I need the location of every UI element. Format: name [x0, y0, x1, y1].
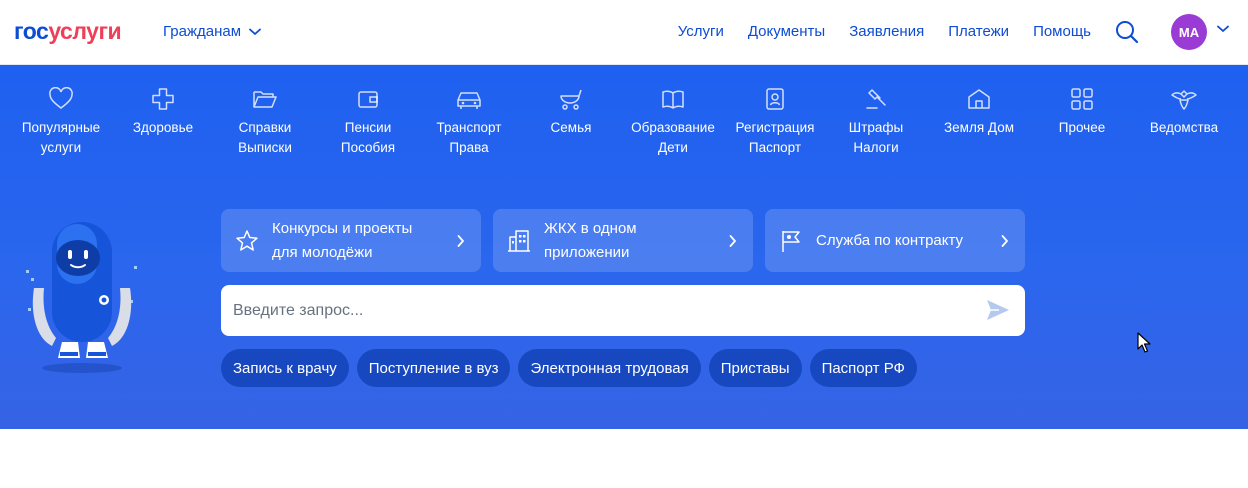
quick-link-line1: ЖКХ в одном: [544, 219, 637, 237]
wallet-icon: [358, 91, 378, 108]
category-pensions[interactable]: Пенсии Пособия: [313, 85, 423, 158]
category-sublabel: Выписки: [238, 140, 292, 155]
quick-link-line2: приложении: [544, 243, 630, 261]
logo-part-1: гос: [14, 18, 49, 44]
category-health[interactable]: Здоровье: [108, 85, 218, 138]
chevron-right-icon: [729, 234, 736, 247]
category-label: Справки: [238, 120, 292, 135]
search-box: [221, 285, 1025, 336]
category-label: Пенсии: [344, 120, 392, 135]
search-icon[interactable]: [1114, 19, 1140, 45]
category-label: Популярные: [21, 120, 101, 135]
category-popular[interactable]: Популярные услуги: [6, 85, 116, 158]
house-icon: [968, 89, 990, 109]
main-nav: Услуги Документы Заявления Платежи Помощ…: [678, 23, 1091, 40]
chip-passport-rf[interactable]: Паспорт РФ: [809, 349, 917, 387]
chevron-down-icon: [249, 28, 261, 35]
nav-uslugi[interactable]: Услуги: [678, 23, 724, 40]
popular-queries: Запись к врачу Поступление в вуз Электро…: [221, 349, 917, 387]
category-sublabel: Налоги: [853, 140, 899, 155]
category-label: Штрафы: [848, 120, 904, 135]
category-education[interactable]: Образование Дети: [618, 85, 728, 158]
category-sublabel: Паспорт: [748, 140, 802, 155]
category-agencies[interactable]: Ведомства: [1129, 85, 1239, 138]
category-sublabel: услуги: [40, 140, 82, 155]
book-icon: [662, 90, 684, 109]
chevron-down-icon[interactable]: [1217, 25, 1229, 33]
building-icon: [508, 229, 530, 252]
category-sublabel: Права: [449, 140, 489, 155]
chevron-right-icon: [457, 234, 464, 247]
category-transport[interactable]: Транспорт Права: [414, 85, 524, 158]
gavel-icon: [866, 89, 886, 109]
category-sublabel: Пособия: [340, 140, 396, 155]
quick-link-line2: для молодёжи: [272, 243, 373, 261]
robot-mascot-image: [26, 222, 137, 373]
quick-link-zhkh-app[interactable]: ЖКХ в одном приложении: [493, 209, 753, 272]
audience-label: Гражданам: [163, 23, 242, 40]
category-label: Регистрация: [735, 120, 815, 135]
quick-link-youth-contests[interactable]: Конкурсы и проекты для молодёжи: [221, 209, 481, 272]
category-label: Прочее: [1058, 120, 1106, 135]
grid-icon: [1071, 88, 1093, 110]
hero-banner: Популярные услуги Здоровье Справки Выпис…: [0, 65, 1248, 429]
user-avatar[interactable]: МА: [1171, 14, 1207, 50]
nav-dokumenty[interactable]: Документы: [748, 23, 825, 40]
flag-icon: [782, 230, 800, 252]
quick-link-line1: Служба по контракту: [816, 231, 964, 249]
nav-zayavleniya[interactable]: Заявления: [849, 23, 924, 40]
emblem-icon: [1171, 90, 1197, 110]
star-icon: [236, 229, 258, 251]
heart-icon: [49, 87, 73, 109]
mouse-cursor-icon: [1137, 332, 1151, 353]
id-card-icon: [766, 88, 784, 110]
category-family[interactable]: Семья: [516, 85, 626, 138]
chip-electronic-workbook[interactable]: Электронная трудовая: [518, 349, 701, 387]
stroller-icon: [560, 89, 582, 110]
medical-cross-icon: [152, 88, 174, 110]
quick-link-text: ЖКХ в одном приложении: [544, 217, 729, 265]
quick-link-text: Конкурсы и проекты для молодёжи: [272, 217, 457, 265]
category-other[interactable]: Прочее: [1027, 85, 1137, 138]
chevron-right-icon: [1001, 234, 1008, 247]
chip-bailiffs[interactable]: Приставы: [708, 349, 802, 387]
category-label: Образование: [631, 120, 715, 135]
category-label: Семья: [550, 120, 592, 135]
nav-platezhi[interactable]: Платежи: [948, 23, 1009, 40]
gosuslugi-logo[interactable]: госуслуги: [14, 18, 122, 45]
chip-doctor-appointment[interactable]: Запись к врачу: [221, 349, 349, 387]
search-input[interactable]: [233, 285, 973, 336]
category-bar: Популярные услуги Здоровье Справки Выпис…: [0, 85, 1248, 165]
audience-selector[interactable]: Гражданам: [163, 23, 261, 40]
nav-pomosch[interactable]: Помощь: [1033, 23, 1091, 40]
category-sublabel: Дети: [658, 140, 688, 155]
category-label: Ведомства: [1149, 120, 1219, 135]
quick-link-text: Служба по контракту: [816, 229, 1001, 253]
category-land-house[interactable]: Земля Дом: [924, 85, 1034, 138]
quick-link-contract-service[interactable]: Служба по контракту: [765, 209, 1025, 272]
category-label: Здоровье: [132, 120, 194, 135]
quick-link-line1: Конкурсы и проекты: [272, 219, 413, 237]
category-documents[interactable]: Справки Выписки: [210, 85, 320, 158]
chip-university-admission[interactable]: Поступление в вуз: [356, 349, 511, 387]
category-fines[interactable]: Штрафы Налоги: [821, 85, 931, 158]
car-icon: [457, 92, 481, 109]
category-registration[interactable]: Регистрация Паспорт: [720, 85, 830, 158]
send-icon[interactable]: [985, 298, 1011, 322]
category-label: Земля Дом: [944, 120, 1014, 135]
folder-icon: [253, 91, 277, 108]
logo-part-2: услуги: [48, 18, 122, 44]
category-label: Транспорт: [436, 120, 502, 135]
top-header: госуслуги Гражданам Услуги Документы Зая…: [0, 0, 1248, 65]
